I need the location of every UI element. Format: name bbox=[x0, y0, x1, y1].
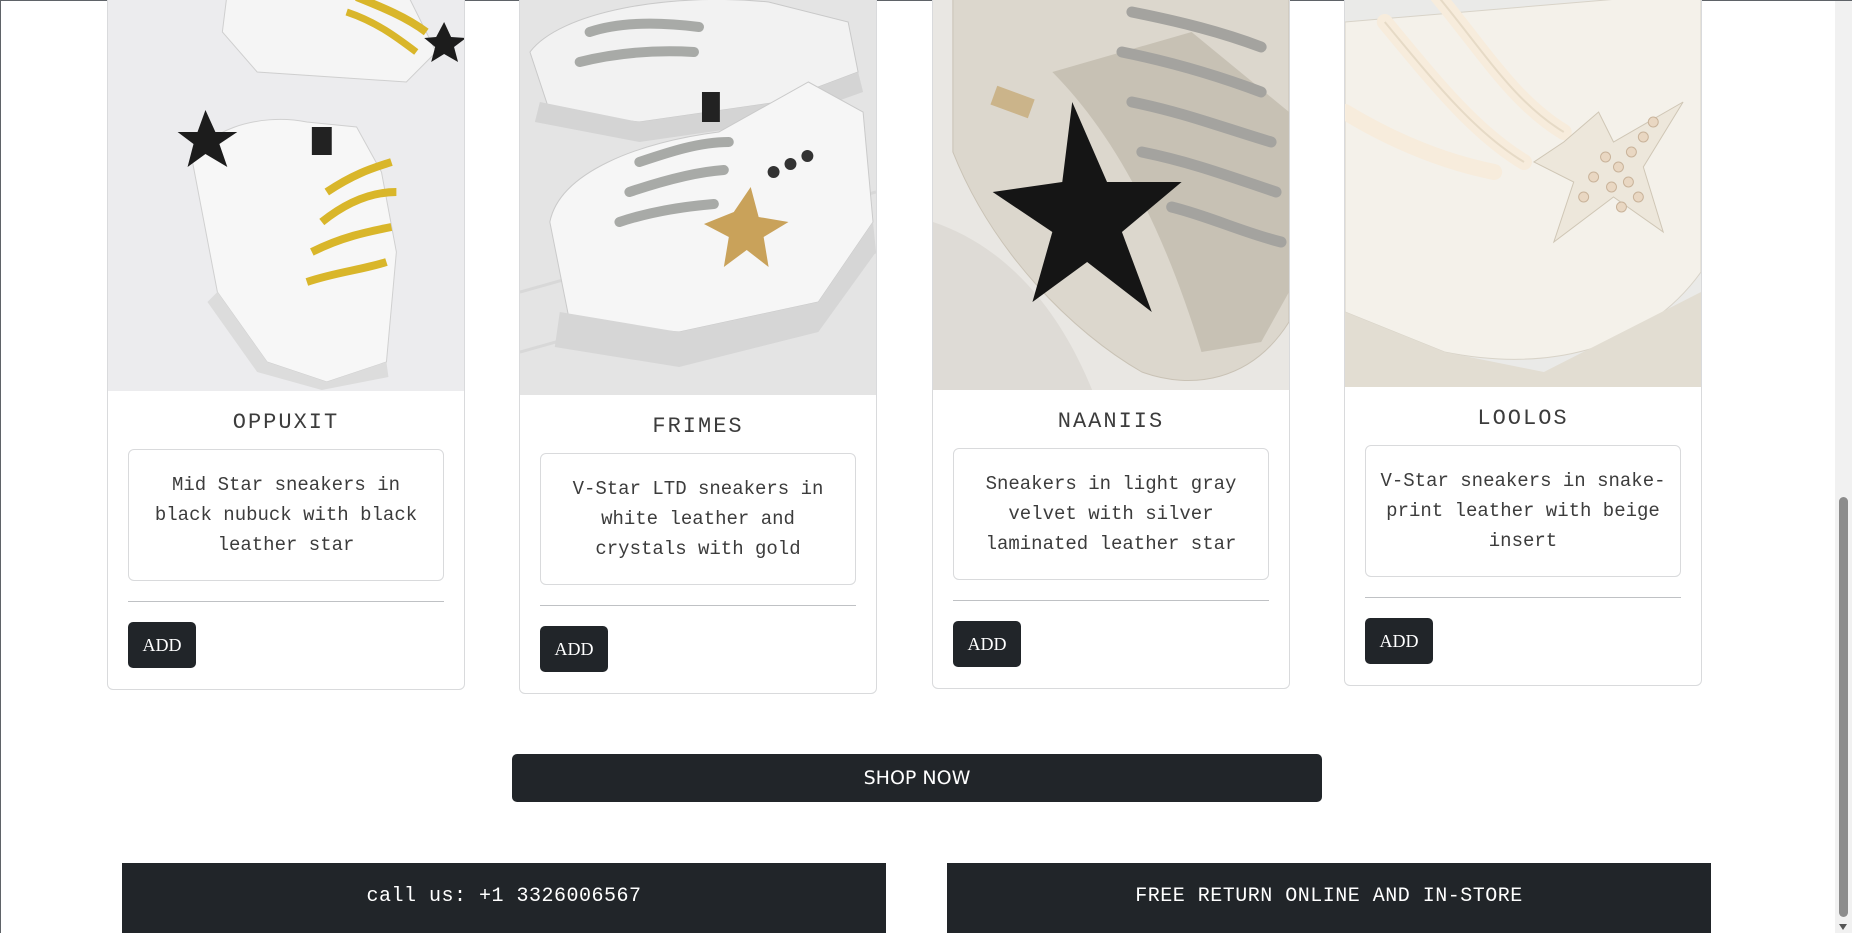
add-to-cart-button[interactable]: ADD bbox=[1365, 618, 1433, 664]
divider bbox=[540, 605, 856, 606]
divider bbox=[953, 600, 1269, 601]
divider bbox=[128, 601, 444, 602]
product-card: OPPUXIT Mid Star sneakers in black nubuc… bbox=[107, 0, 465, 690]
product-name: NAANIIS bbox=[1057, 409, 1165, 434]
product-image bbox=[520, 0, 876, 395]
product-description: V-Star LTD sneakers in white leather and… bbox=[540, 453, 856, 585]
product-image bbox=[1345, 0, 1701, 387]
product-name: FRIMES bbox=[652, 414, 744, 439]
product-card: FRIMES V-Star LTD sneakers in white leat… bbox=[519, 0, 877, 694]
scrollbar-thumb[interactable] bbox=[1839, 497, 1848, 917]
product-description: Sneakers in light gray velvet with silve… bbox=[953, 448, 1269, 580]
product-image bbox=[933, 0, 1289, 390]
product-card: NAANIIS Sneakers in light gray velvet wi… bbox=[932, 0, 1290, 689]
product-name: LOOLOS bbox=[1477, 406, 1569, 431]
add-to-cart-button[interactable]: ADD bbox=[540, 626, 608, 672]
scroll-down-arrow-icon[interactable] bbox=[1839, 924, 1847, 930]
free-return-banner: FREE RETURN ONLINE AND IN-STORE bbox=[947, 863, 1711, 933]
product-description: Mid Star sneakers in black nubuck with b… bbox=[128, 449, 444, 581]
divider bbox=[1365, 597, 1681, 598]
product-description: V-Star sneakers in snake-print leather w… bbox=[1365, 445, 1681, 577]
product-image bbox=[108, 0, 464, 391]
page-scrollbar[interactable] bbox=[1835, 1, 1852, 933]
product-name: OPPUXIT bbox=[232, 410, 340, 435]
add-to-cart-button[interactable]: ADD bbox=[128, 622, 196, 668]
contact-banner: call us: +1 3326006567 bbox=[122, 863, 886, 933]
add-to-cart-button[interactable]: ADD bbox=[953, 621, 1021, 667]
shop-now-button[interactable]: SHOP NOW bbox=[512, 754, 1322, 802]
product-card: LOOLOS V-Star sneakers in snake-print le… bbox=[1344, 0, 1702, 686]
